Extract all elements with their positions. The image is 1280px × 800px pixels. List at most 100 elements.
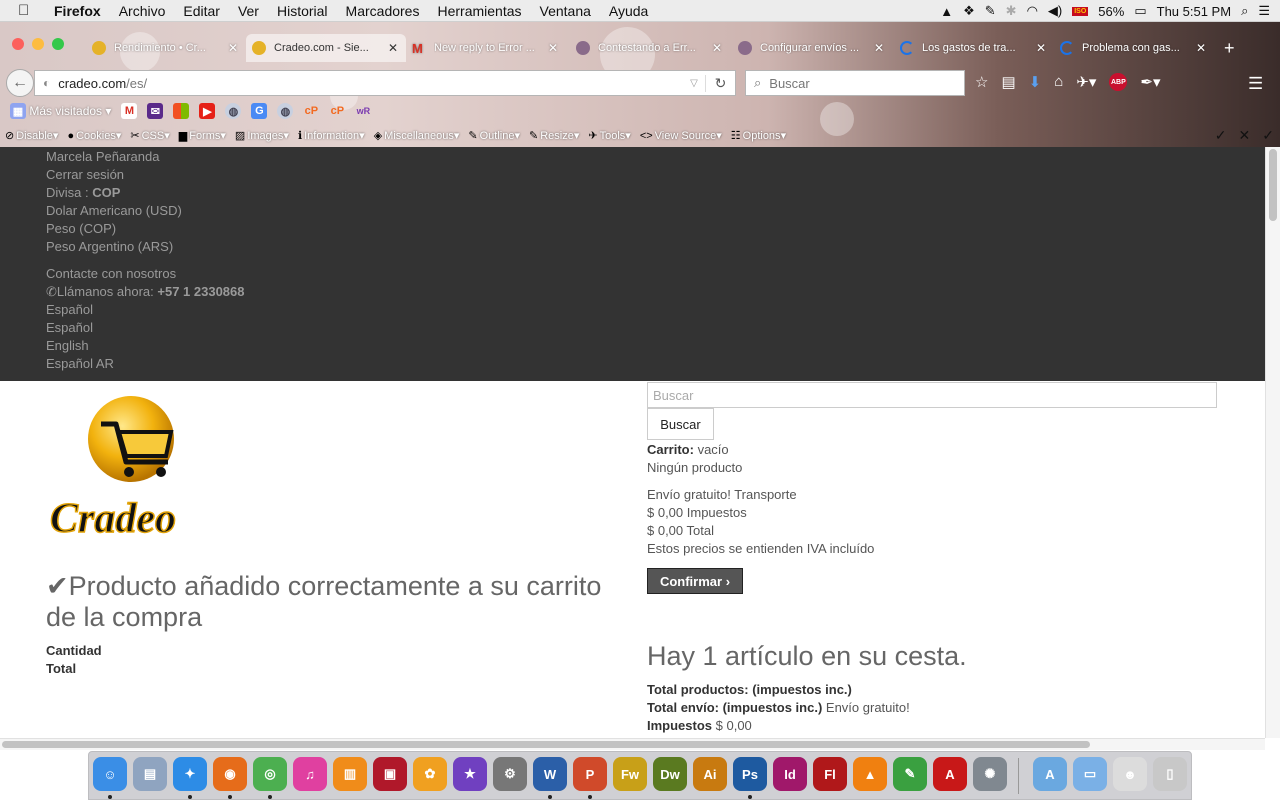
devtool-css[interactable]: ✂ CSS▾ xyxy=(130,129,169,142)
contact-link[interactable]: Contacte con nosotros xyxy=(46,266,176,281)
dock-evernote-icon[interactable]: ✎ xyxy=(893,757,927,791)
confirm-button[interactable]: Confirmar › xyxy=(647,568,743,594)
close-tab-icon[interactable]: ✕ xyxy=(1036,41,1046,55)
reload-icon[interactable]: ↻ xyxy=(705,74,735,92)
menu-firefox[interactable]: Firefox xyxy=(54,3,101,19)
home-icon[interactable]: ⌂ xyxy=(1054,73,1063,91)
menu-marcadores[interactable]: Marcadores xyxy=(346,3,420,19)
dock-illustrator-icon[interactable]: Ai xyxy=(693,757,727,791)
menu-archivo[interactable]: Archivo xyxy=(119,3,166,19)
close-tab-icon[interactable]: ✕ xyxy=(1196,41,1206,55)
vpn-icon[interactable]: ▲ xyxy=(940,4,953,19)
cart-status[interactable]: Carrito: vacío xyxy=(647,441,874,459)
currency-selector[interactable]: Divisa : COP xyxy=(46,185,120,200)
extension-icon[interactable]: ✈▾ xyxy=(1076,73,1096,91)
menu-icon[interactable]: ☰ xyxy=(1248,74,1263,94)
dock-chrome-icon[interactable]: ◎ xyxy=(253,757,287,791)
check-icon[interactable]: ✓ xyxy=(1262,127,1274,144)
close-tab-icon[interactable]: ✕ xyxy=(548,41,558,55)
dock-word-icon[interactable]: W xyxy=(533,757,567,791)
spotlight-icon[interactable]: ⌕ xyxy=(1241,3,1248,19)
dock-imovie-icon[interactable]: ★ xyxy=(453,757,487,791)
dock-photoshop-icon[interactable]: Ps xyxy=(733,757,767,791)
dock-downloads-icon[interactable]: ☻ xyxy=(1113,757,1147,791)
close-icon[interactable]: ✕ xyxy=(1239,127,1251,144)
dock-itunes-icon[interactable]: ♫ xyxy=(293,757,327,791)
dock-system-preferences-icon[interactable]: ⚙ xyxy=(493,757,527,791)
menu-ventana[interactable]: Ventana xyxy=(540,3,591,19)
dock-preview-icon[interactable]: ▤ xyxy=(133,757,167,791)
tab-cradeo[interactable]: Cradeo.com - Sie... ✕ xyxy=(246,34,406,62)
cradeo-logo[interactable]: Cradeo xyxy=(46,392,221,547)
devtool-cookies[interactable]: ● Cookies▾ xyxy=(67,129,121,142)
devtool-view-source[interactable]: <> View Source▾ xyxy=(640,129,722,142)
dock-vlc-icon[interactable]: ▲ xyxy=(853,757,887,791)
search-input[interactable]: ⌕ Buscar xyxy=(745,70,965,96)
language-option-es-ar[interactable]: Español AR xyxy=(46,356,114,371)
logout-link[interactable]: Cerrar sesión xyxy=(46,167,124,182)
currency-option-usd[interactable]: Dolar Americano (USD) xyxy=(46,203,182,218)
menu-editar[interactable]: Editar xyxy=(183,3,220,19)
dock-applications-icon[interactable]: A xyxy=(1033,757,1067,791)
dock-photo-booth-icon[interactable]: ▣ xyxy=(373,757,407,791)
site-info-icon[interactable]: ◐ xyxy=(43,76,50,90)
dock-flash-icon[interactable]: Fl xyxy=(813,757,847,791)
bookmark-cp-2[interactable]: cP xyxy=(329,103,345,119)
site-search-button[interactable]: Buscar xyxy=(647,408,714,440)
dropbox-icon[interactable]: ❖ xyxy=(963,3,975,19)
devtool-images[interactable]: ▨ Images▾ xyxy=(235,129,289,142)
dock-dreamweaver-icon[interactable]: Dw xyxy=(653,757,687,791)
menu-ver[interactable]: Ver xyxy=(238,3,259,19)
close-tab-icon[interactable]: ✕ xyxy=(228,41,238,55)
horizontal-scrollbar[interactable] xyxy=(0,738,1265,750)
currency-option-ars[interactable]: Peso Argentino (ARS) xyxy=(46,239,173,254)
language-option-es[interactable]: Español xyxy=(46,302,93,317)
language-option-es-2[interactable]: Español xyxy=(46,320,93,335)
dock-firefox-icon[interactable]: ◉ xyxy=(213,757,247,791)
dock-ibooks-icon[interactable]: ▥ xyxy=(333,757,367,791)
vertical-scrollbar[interactable] xyxy=(1265,147,1280,738)
bookmark-windows[interactable] xyxy=(173,103,190,119)
bookmark-star-icon[interactable]: ☆ xyxy=(975,73,988,91)
url-text[interactable]: cradeo.com/es/ xyxy=(58,76,683,91)
new-tab-icon[interactable]: + xyxy=(1224,38,1235,59)
devtool-disable[interactable]: ⊘ Disable▾ xyxy=(5,129,58,142)
notification-center-icon[interactable]: ☰ xyxy=(1258,3,1270,19)
url-dropdown-icon[interactable]: ▽ xyxy=(683,78,705,89)
check-icon[interactable]: ✓ xyxy=(1215,127,1227,144)
menu-historial[interactable]: Historial xyxy=(277,3,328,19)
reading-list-icon[interactable]: ▤ xyxy=(1001,73,1015,91)
dock-fireworks-icon[interactable]: Fw xyxy=(613,757,647,791)
devtool-options[interactable]: ☷ Options▾ xyxy=(731,129,786,142)
volume-icon[interactable]: ◀) xyxy=(1048,3,1062,19)
bookmark-translate[interactable]: G xyxy=(251,103,268,119)
zoom-window-button[interactable] xyxy=(52,38,64,50)
vertical-scrollbar-thumb[interactable] xyxy=(1269,149,1277,221)
language-option-en[interactable]: English xyxy=(46,338,89,353)
dock-safari-icon[interactable]: ✦ xyxy=(173,757,207,791)
clock[interactable]: Thu 5:51 PM xyxy=(1157,4,1231,19)
tools-icon[interactable]: ✒▾ xyxy=(1140,73,1160,91)
bookmark-cp-1[interactable]: cP xyxy=(303,103,319,119)
dock-acrobat-icon[interactable]: A xyxy=(933,757,967,791)
bookmark-youtube[interactable]: ▶ xyxy=(199,103,216,119)
back-button[interactable]: ← xyxy=(6,69,34,97)
site-search-input[interactable]: Buscar xyxy=(647,382,1217,408)
apple-icon[interactable]:  xyxy=(18,2,36,19)
bluetooth-icon[interactable]: ✱ xyxy=(1006,3,1017,19)
close-tab-icon[interactable]: ✕ xyxy=(874,41,884,55)
bookmark-mail[interactable]: ✉ xyxy=(147,103,164,119)
currency-option-cop[interactable]: Peso (COP) xyxy=(46,221,116,236)
dock-finder-icon[interactable]: ☺ xyxy=(93,757,127,791)
bookmark-globe-2[interactable]: ◍ xyxy=(277,103,294,119)
dock-utility-icon[interactable]: ✺ xyxy=(973,757,1007,791)
evernote-icon[interactable]: ✎ xyxy=(985,3,996,19)
dock-trash-icon[interactable]: ▯ xyxy=(1153,757,1187,791)
bookmark-gmail[interactable]: M xyxy=(121,103,138,119)
horizontal-scrollbar-thumb[interactable] xyxy=(2,741,1090,748)
url-bar[interactable]: ◐ cradeo.com/es/ ▽ ↻ xyxy=(34,70,736,96)
devtool-resize[interactable]: ✎ Resize▾ xyxy=(529,129,579,142)
user-name-link[interactable]: Marcela Peñaranda xyxy=(46,149,159,164)
adblock-icon[interactable]: ABP xyxy=(1109,73,1128,91)
close-tab-icon[interactable]: ✕ xyxy=(712,41,722,55)
